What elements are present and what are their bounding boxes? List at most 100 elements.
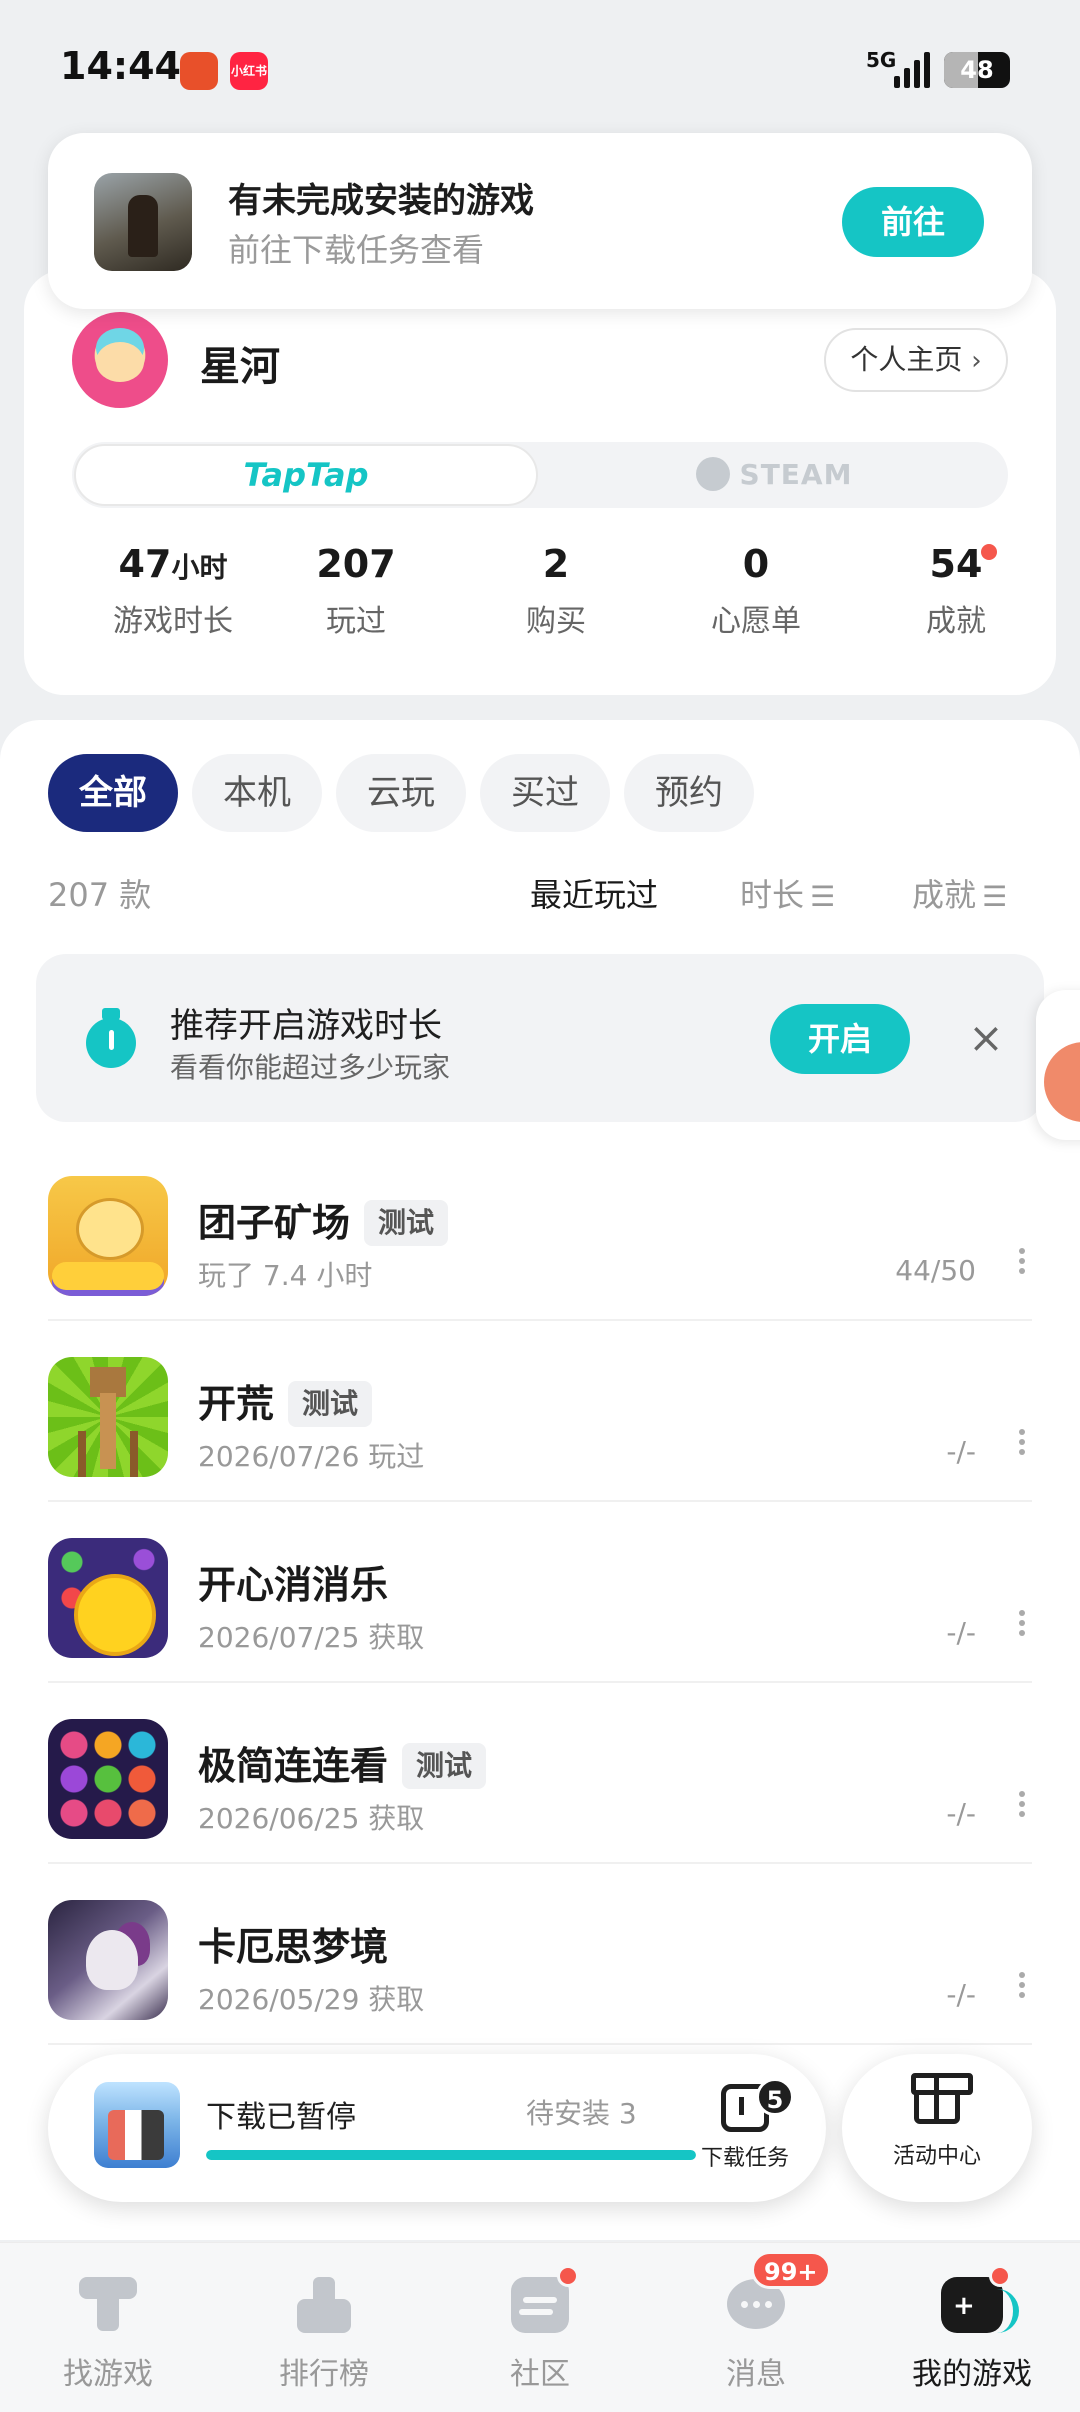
list-item[interactable]: 卡厄思梦境 2026/05/29 获取 -/- — [48, 1864, 1032, 2045]
stat-purchased[interactable]: 2 购买 — [456, 542, 656, 640]
status-bar: 14:44 小红书 5G 48 — [0, 0, 1080, 135]
banner-subtitle: 前往下载任务查看 — [228, 231, 485, 269]
playtime-recommendation: 推荐开启游戏时长 看看你能超过多少玩家 开启 × — [36, 954, 1044, 1122]
notification-dot — [557, 2265, 579, 2287]
test-tag: 测试 — [402, 1743, 487, 1789]
game-achievements: -/- — [946, 1616, 976, 1649]
stat-played[interactable]: 207 玩过 — [256, 542, 456, 640]
sort-recent[interactable]: 最近玩过 — [530, 870, 658, 916]
list-item[interactable]: 极简连连看 测试 2026/06/25 获取 -/- — [48, 1683, 1032, 1864]
platform-tab-taptap[interactable]: TapTap — [74, 444, 538, 506]
pending-install-count: 待安装 3 — [526, 2097, 637, 2130]
message-icon: 99+ — [725, 2251, 831, 2335]
game-achievements: -/- — [946, 1435, 976, 1468]
network-type: 5G — [866, 48, 897, 72]
game-meta: 2026/07/25 获取 — [198, 1621, 425, 1654]
sort-playtime[interactable]: 时长 ☰ — [740, 870, 835, 916]
banner-game-thumbnail — [94, 173, 192, 271]
more-icon[interactable] — [1012, 1425, 1032, 1465]
username: 星河 — [200, 344, 280, 390]
stat-label: 购买 — [526, 604, 586, 639]
chip-cloud[interactable]: 云玩 — [336, 754, 466, 832]
game-name: 极简连连看 — [198, 1744, 389, 1788]
game-meta: 2026/06/25 获取 — [198, 1802, 425, 1835]
my-games-icon: + — [941, 2265, 1019, 2335]
game-icon — [48, 1176, 168, 1296]
notification-dot — [981, 544, 997, 560]
chip-local[interactable]: 本机 — [192, 754, 322, 832]
rank-icon — [293, 2273, 355, 2335]
signal-icon — [894, 50, 930, 88]
platform-tab-steam[interactable]: STEAM — [542, 444, 1006, 506]
more-icon[interactable] — [1012, 1606, 1032, 1646]
avatar[interactable] — [72, 312, 168, 408]
stat-unit: 小时 — [171, 551, 228, 584]
game-icon — [48, 1357, 168, 1477]
chip-bought[interactable]: 买过 — [480, 754, 610, 832]
nav-messages[interactable]: 99+ 消息 — [648, 2243, 864, 2412]
floating-assistant[interactable] — [1036, 990, 1080, 1140]
game-library: 全部 本机 云玩 买过 预约 207 款 最近玩过 时长 ☰ 成就 ☰ 推荐开启游戏时长 看… — [0, 720, 1080, 2240]
download-tasks-label: 下载任务 — [700, 2146, 789, 2171]
game-count: 207 款 — [48, 876, 152, 914]
list-item[interactable]: 团子矿场 测试 玩了 7.4 小时 44/50 — [48, 1140, 1032, 1321]
chevron-right-icon: › — [971, 346, 982, 376]
profile-stats: 47小时 游戏时长 207 玩过 2 购买 0 心愿单 54 成就 — [24, 542, 1056, 662]
recommendation-subtitle: 看看你能超过多少玩家 — [170, 1051, 451, 1084]
test-tag: 测试 — [288, 1381, 373, 1427]
list-item[interactable]: 开荒 测试 2026/07/26 玩过 -/- — [48, 1321, 1032, 1502]
nav-my-games[interactable]: + 我的游戏 — [864, 2243, 1080, 2412]
download-game-thumbnail — [94, 2082, 180, 2168]
stat-wishlist[interactable]: 0 心愿单 — [656, 542, 856, 640]
more-icon[interactable] — [1012, 1244, 1032, 1284]
stat-achievements[interactable]: 54 成就 — [856, 542, 1056, 640]
sort-label: 成就 — [912, 876, 977, 914]
more-icon[interactable] — [1012, 1968, 1032, 2008]
nav-community[interactable]: 社区 — [432, 2243, 648, 2412]
profile-page-button[interactable]: 个人主页 › — [824, 328, 1008, 392]
status-time: 14:44 — [60, 44, 181, 88]
list-item[interactable]: 开心消消乐 2026/07/25 获取 -/- — [48, 1502, 1032, 1683]
sort-icon: ☰ — [810, 880, 836, 913]
download-count-badge: 5 — [756, 2078, 794, 2116]
stat-value: 47 — [118, 542, 172, 586]
enable-button[interactable]: 开启 — [770, 1004, 910, 1074]
download-tasks-button[interactable]: 5 下载任务 — [680, 2078, 810, 2188]
game-meta: 2026/07/26 玩过 — [198, 1440, 425, 1473]
activity-center-label: 活动中心 — [892, 2144, 981, 2169]
chip-reserved[interactable]: 预约 — [624, 754, 754, 832]
download-progress-fill — [206, 2150, 696, 2160]
sort-achievements[interactable]: 成就 ☰ — [912, 870, 1007, 916]
stat-label: 游戏时长 — [113, 604, 233, 639]
bottom-nav: 找游戏 排行榜 社区 99+ 消息 + 我的游戏 — [0, 2242, 1080, 2412]
game-name: 卡厄思梦境 — [198, 1925, 389, 1969]
stat-value: 2 — [542, 542, 570, 586]
stat-value: 54 — [929, 542, 983, 586]
install-banner[interactable]: 有未完成安装的游戏 前往下载任务查看 前往 — [48, 133, 1032, 309]
platform-toggle: TapTap STEAM — [72, 442, 1008, 508]
game-meta: 2026/05/29 获取 — [198, 1983, 425, 2016]
nav-rankings[interactable]: 排行榜 — [216, 2243, 432, 2412]
stat-value: 207 — [316, 542, 396, 586]
close-icon[interactable]: × — [958, 1010, 1014, 1066]
goto-button[interactable]: 前往 — [842, 187, 984, 257]
chip-all[interactable]: 全部 — [48, 754, 178, 832]
sort-label: 时长 — [740, 876, 805, 914]
filter-chips: 全部 本机 云玩 买过 预约 — [48, 754, 768, 834]
more-icon[interactable] — [1012, 1787, 1032, 1827]
download-status-bar[interactable]: 下载已暂停 待安装 3 5 下载任务 — [48, 2054, 826, 2202]
nav-label: 找游戏 — [63, 2357, 153, 2392]
activity-center-button[interactable]: 活动中心 — [842, 2054, 1032, 2202]
nav-label: 排行榜 — [279, 2357, 369, 2392]
sort-bar: 207 款 最近玩过 时长 ☰ 成就 ☰ — [48, 870, 1032, 920]
profile-card: 星河 个人主页 › TapTap STEAM 47小时 游戏时长 207 玩过 … — [24, 270, 1056, 695]
nav-find-games[interactable]: 找游戏 — [0, 2243, 216, 2412]
stat-value: 0 — [742, 542, 770, 586]
stat-playtime[interactable]: 47小时 游戏时长 — [73, 542, 273, 640]
game-name: 开荒 — [198, 1382, 275, 1426]
game-icon — [48, 1900, 168, 2020]
gift-icon — [911, 2073, 973, 2124]
game-name: 团子矿场 — [198, 1201, 351, 1245]
message-count-badge: 99+ — [751, 2251, 831, 2289]
stat-label: 玩过 — [326, 604, 386, 639]
